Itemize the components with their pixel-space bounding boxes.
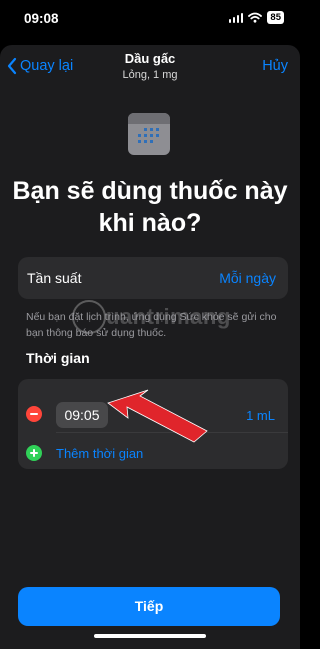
frequency-value[interactable]: Mỗi ngày xyxy=(219,270,276,286)
frequency-row[interactable]: Tần suất Mỗi ngày xyxy=(18,257,288,299)
calendar-icon xyxy=(128,113,170,155)
dose-value[interactable]: 1 mL xyxy=(246,408,275,423)
row-divider xyxy=(56,432,288,433)
modal-sheet: Quay lại Dầu gấc Lỏng, 1 mg Hủy Bạn sẽ d… xyxy=(0,45,300,649)
add-time-icon[interactable] xyxy=(26,445,42,461)
status-time: 09:08 xyxy=(24,11,59,26)
status-bar: 09:08 85 xyxy=(0,0,300,40)
cancel-button[interactable]: Hủy xyxy=(262,58,288,74)
next-button[interactable]: Tiếp xyxy=(18,587,280,626)
time-section-title: Thời gian xyxy=(26,350,90,366)
frequency-label: Tần suất xyxy=(27,270,82,286)
medication-form: Lỏng, 1 mg xyxy=(122,69,178,81)
add-time-button[interactable]: Thêm thời gian xyxy=(56,446,143,461)
remove-time-button[interactable] xyxy=(26,406,42,422)
cellular-signal-icon xyxy=(228,12,244,23)
wifi-icon xyxy=(248,12,263,23)
nav-title: Dầu gấc Lỏng, 1 mg xyxy=(0,49,300,81)
schedule-note: Nếu bạn đặt lịch trình, ứng dụng Sức khỏ… xyxy=(26,311,277,339)
status-icons: 85 xyxy=(228,11,284,24)
home-indicator xyxy=(94,634,206,638)
time-picker[interactable]: 09:05 xyxy=(56,402,108,428)
page-heading: Bạn sẽ dùng thuốc này khi nào? xyxy=(12,177,288,237)
medication-name: Dầu gấc xyxy=(124,51,176,66)
time-list: 09:05 1 mL Thêm thời gian xyxy=(18,379,288,469)
battery-icon: 85 xyxy=(267,11,284,24)
